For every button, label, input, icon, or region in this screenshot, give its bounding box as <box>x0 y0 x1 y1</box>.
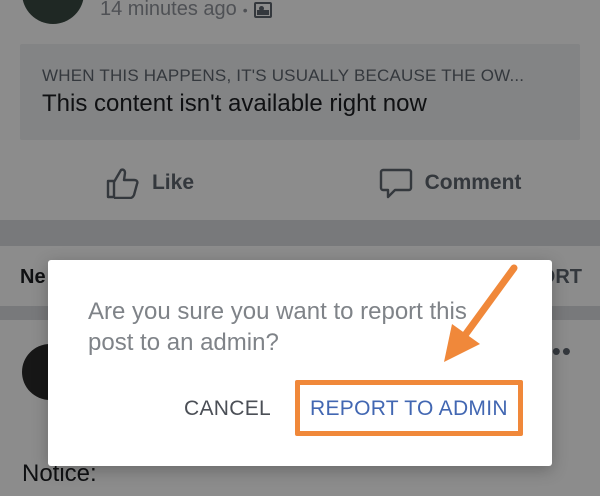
annotation-arrow-icon <box>444 264 518 362</box>
cancel-button[interactable]: CANCEL <box>168 384 287 434</box>
annotation-highlight-box <box>295 380 523 436</box>
